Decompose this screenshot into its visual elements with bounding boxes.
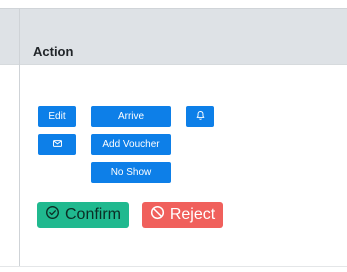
reject-button[interactable]: Reject [142, 202, 223, 228]
bottom-border [0, 266, 347, 267]
ban-icon [150, 205, 165, 225]
page: Action Edit Arrive Add Voucher No Show C… [0, 0, 347, 272]
envelope-icon [52, 138, 63, 152]
confirm-button[interactable]: Confirm [37, 202, 129, 228]
action-cell [20, 66, 347, 266]
check-circle-icon [45, 205, 60, 225]
arrive-button[interactable]: Arrive [91, 106, 171, 127]
add-voucher-button[interactable]: Add Voucher [91, 134, 171, 155]
bell-icon [195, 110, 206, 124]
action-column-header: Action [33, 44, 74, 59]
notify-button[interactable] [186, 106, 214, 127]
confirm-label: Confirm [64, 206, 121, 223]
no-show-button[interactable]: No Show [91, 162, 171, 183]
email-button[interactable] [38, 134, 76, 155]
edit-button[interactable]: Edit [38, 106, 76, 127]
reject-label: Reject [169, 206, 216, 223]
top-strip [0, 0, 347, 8]
